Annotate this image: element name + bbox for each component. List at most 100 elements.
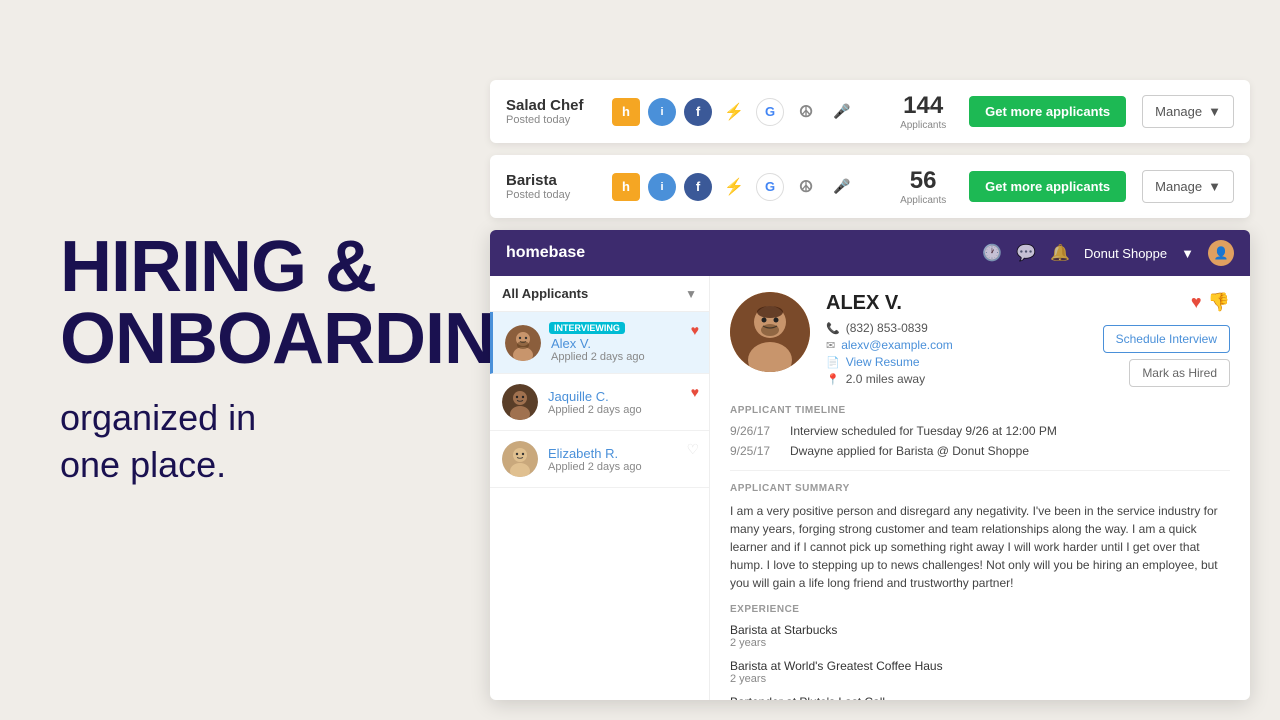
- location-icon: 📍: [826, 373, 840, 386]
- applicant-count-barista: 56 Applicants: [893, 167, 953, 206]
- job-title-barista: Barista: [506, 172, 596, 189]
- applicant-details-jaquille: Jaquille C. Applied 2 days ago: [548, 389, 697, 416]
- like-button[interactable]: ♥: [1191, 292, 1202, 313]
- exp-title-2: Bartender at Pluto's Last Call: [730, 695, 1230, 700]
- icon-indeed-barista: i: [648, 173, 676, 201]
- clock-icon[interactable]: 🕐: [982, 243, 1002, 263]
- avatar-svg-elizabeth: [502, 441, 538, 477]
- chevron-down-icon: ▼: [1181, 246, 1194, 261]
- profile-name: ALEX V.: [826, 292, 953, 315]
- avatar-elizabeth: [502, 441, 538, 477]
- summary-title: APPLICANT SUMMARY: [730, 483, 1230, 494]
- applicant-item-alex[interactable]: Alex V. Applied 2 days ago INTERVIEWING …: [490, 312, 709, 374]
- icon-mic-barista: 🎤: [828, 173, 856, 201]
- heart-icon-elizabeth[interactable]: ♡: [686, 441, 699, 458]
- exp-item-0: Barista at Starbucks 2 years: [730, 623, 1230, 649]
- sidebar-header: All Applicants ▼: [490, 276, 709, 312]
- avatar-jaquille: [502, 384, 538, 420]
- filter-label[interactable]: All Applicants: [502, 286, 588, 301]
- profile-header: ALEX V. 📞 (832) 853-0839 ✉ alexv@example…: [730, 292, 1230, 389]
- icon-indeed: i: [648, 98, 676, 126]
- app-logo: homebase: [506, 244, 585, 262]
- experience-list: Barista at Starbucks 2 years Barista at …: [730, 623, 1230, 700]
- profile-info: ALEX V. 📞 (832) 853-0839 ✉ alexv@example…: [826, 292, 953, 389]
- dislike-button[interactable]: 👎: [1208, 292, 1230, 313]
- summary-text: I am a very positive person and disregar…: [730, 502, 1230, 592]
- app-body: All Applicants ▼: [490, 276, 1250, 700]
- applicant-name-elizabeth: Elizabeth R.: [548, 446, 697, 461]
- icon-mic: 🎤: [828, 98, 856, 126]
- exp-duration-0: 2 years: [730, 637, 1230, 649]
- applicant-item-jaquille[interactable]: Jaquille C. Applied 2 days ago ♥: [490, 374, 709, 431]
- resume-link[interactable]: View Resume: [846, 355, 920, 369]
- job-card-barista: Barista Posted today h i f ⚡ G ☮ 🎤 56 Ap…: [490, 155, 1250, 218]
- email-icon: ✉: [826, 339, 835, 352]
- timeline: 9/26/17 Interview scheduled for Tuesday …: [730, 424, 1230, 458]
- icon-peace-barista: ☮: [792, 173, 820, 201]
- schedule-interview-button[interactable]: Schedule Interview: [1103, 325, 1230, 353]
- applicant-details-elizabeth: Elizabeth R. Applied 2 days ago: [548, 446, 697, 473]
- source-icons-barista: h i f ⚡ G ☮ 🎤: [612, 173, 877, 201]
- exp-duration-1: 2 years: [730, 673, 1230, 685]
- applicant-item-elizabeth[interactable]: Elizabeth R. Applied 2 days ago ♡: [490, 431, 709, 488]
- profile-email: ✉ alexv@example.com: [826, 338, 953, 352]
- job-posted-barista: Posted today: [506, 189, 596, 201]
- icon-peace: ☮: [792, 98, 820, 126]
- exp-title-0: Barista at Starbucks: [730, 623, 1230, 637]
- interviewing-badge: INTERVIEWING: [549, 322, 625, 334]
- divider-1: [730, 470, 1230, 471]
- app-header-right: 🕐 💬 🔔 Donut Shoppe ▼ 👤: [982, 240, 1234, 266]
- profile-phone: 📞 (832) 853-0839: [826, 321, 953, 335]
- timeline-item-1: 9/25/17 Dwayne applied for Barista @ Don…: [730, 444, 1230, 458]
- profile-avatar-svg: [730, 292, 810, 372]
- experience-title: EXPERIENCE: [730, 604, 1230, 615]
- icon-google: G: [756, 98, 784, 126]
- manage-button-barista[interactable]: Manage ▼: [1142, 170, 1234, 203]
- profile-distance: 📍 2.0 miles away: [826, 372, 953, 386]
- timeline-item-0: 9/26/17 Interview scheduled for Tuesday …: [730, 424, 1230, 438]
- applicant-name-alex: Alex V.: [551, 336, 697, 351]
- timeline-date-0: 9/26/17: [730, 424, 780, 438]
- headline: HIRING &ONBOARDING: [60, 231, 420, 375]
- applicant-applied-alex: Applied 2 days ago: [551, 351, 697, 363]
- icon-h: h: [612, 98, 640, 126]
- heart-icon-alex[interactable]: ♥: [691, 322, 699, 338]
- main-content: ALEX V. 📞 (832) 853-0839 ✉ alexv@example…: [710, 276, 1250, 700]
- icon-ziprecruiter: ⚡: [720, 98, 748, 126]
- phone-icon: 📞: [826, 322, 840, 335]
- profile-vote: ♥ 👎: [1191, 292, 1230, 313]
- timeline-date-1: 9/25/17: [730, 444, 780, 458]
- heart-icon-jaquille[interactable]: ♥: [691, 384, 699, 400]
- filter-chevron-icon[interactable]: ▼: [685, 287, 697, 301]
- subheadline: organized inone place.: [60, 395, 420, 489]
- get-more-applicants-button-barista[interactable]: Get more applicants: [969, 171, 1126, 202]
- chat-icon[interactable]: 💬: [1016, 243, 1036, 263]
- email-link[interactable]: alexv@example.com: [841, 338, 953, 352]
- get-more-applicants-button-salad[interactable]: Get more applicants: [969, 96, 1126, 127]
- mark-as-hired-button[interactable]: Mark as Hired: [1129, 359, 1230, 387]
- icon-h-barista: h: [612, 173, 640, 201]
- applicant-name-jaquille: Jaquille C.: [548, 389, 697, 404]
- right-panel: Salad Chef Posted today h i f ⚡ G ☮ 🎤 14…: [480, 0, 1280, 720]
- applicants-sidebar: All Applicants ▼: [490, 276, 710, 700]
- timeline-title: APPLICANT TIMELINE: [730, 405, 1230, 416]
- source-icons: h i f ⚡ G ☮ 🎤: [612, 98, 877, 126]
- icon-facebook: f: [684, 98, 712, 126]
- job-card-salad-chef: Salad Chef Posted today h i f ⚡ G ☮ 🎤 14…: [490, 80, 1250, 143]
- avatar-icon[interactable]: 👤: [1208, 240, 1234, 266]
- profile-left: ALEX V. 📞 (832) 853-0839 ✉ alexv@example…: [730, 292, 953, 389]
- app-window: homebase 🕐 💬 🔔 Donut Shoppe ▼ 👤 All Appl…: [490, 230, 1250, 700]
- exp-item-2: Bartender at Pluto's Last Call 2 years: [730, 695, 1230, 700]
- applicant-label-barista: Applicants: [893, 195, 953, 206]
- bell-icon[interactable]: 🔔: [1050, 243, 1070, 263]
- manage-button-salad[interactable]: Manage ▼: [1142, 95, 1234, 128]
- applicant-count: 144 Applicants: [893, 92, 953, 131]
- profile-actions: ♥ 👎 Schedule Interview Mark as Hired: [1103, 292, 1230, 387]
- applicant-applied-jaquille: Applied 2 days ago: [548, 404, 697, 416]
- profile-resume: 📄 View Resume: [826, 355, 953, 369]
- job-info-barista: Barista Posted today: [506, 172, 596, 201]
- applicant-label: Applicants: [893, 120, 953, 131]
- applicant-number-barista: 56: [893, 167, 953, 195]
- icon-google-barista: G: [756, 173, 784, 201]
- company-name[interactable]: Donut Shoppe: [1084, 246, 1167, 261]
